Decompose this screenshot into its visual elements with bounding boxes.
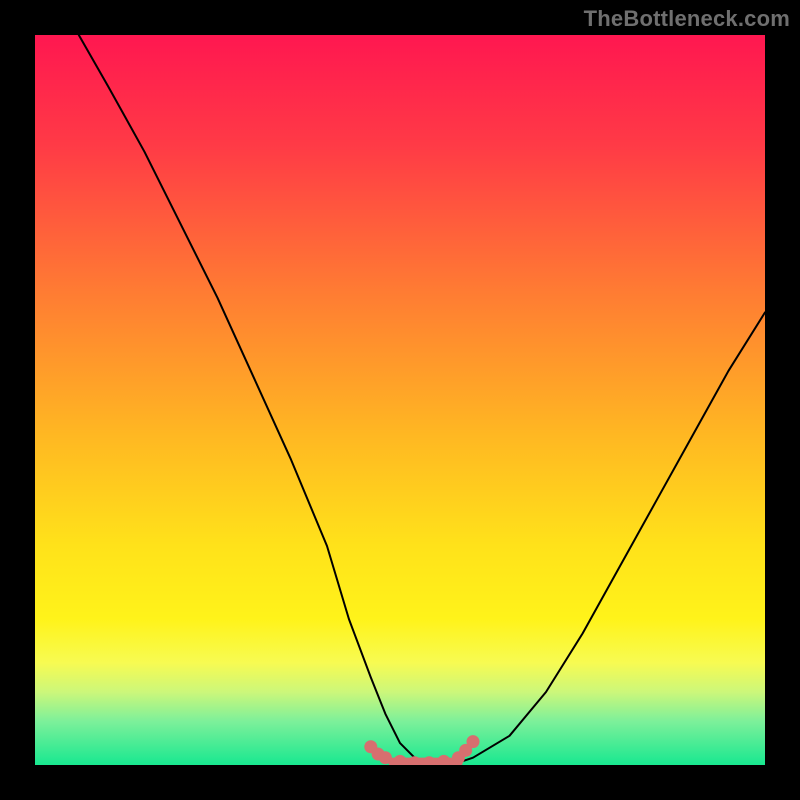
plot-area xyxy=(35,35,765,765)
curve-marker xyxy=(379,751,392,764)
bottleneck-chart xyxy=(35,35,765,765)
watermark-label: TheBottleneck.com xyxy=(584,6,790,32)
gradient-background xyxy=(35,35,765,765)
chart-frame: TheBottleneck.com xyxy=(0,0,800,800)
curve-marker xyxy=(467,735,480,748)
